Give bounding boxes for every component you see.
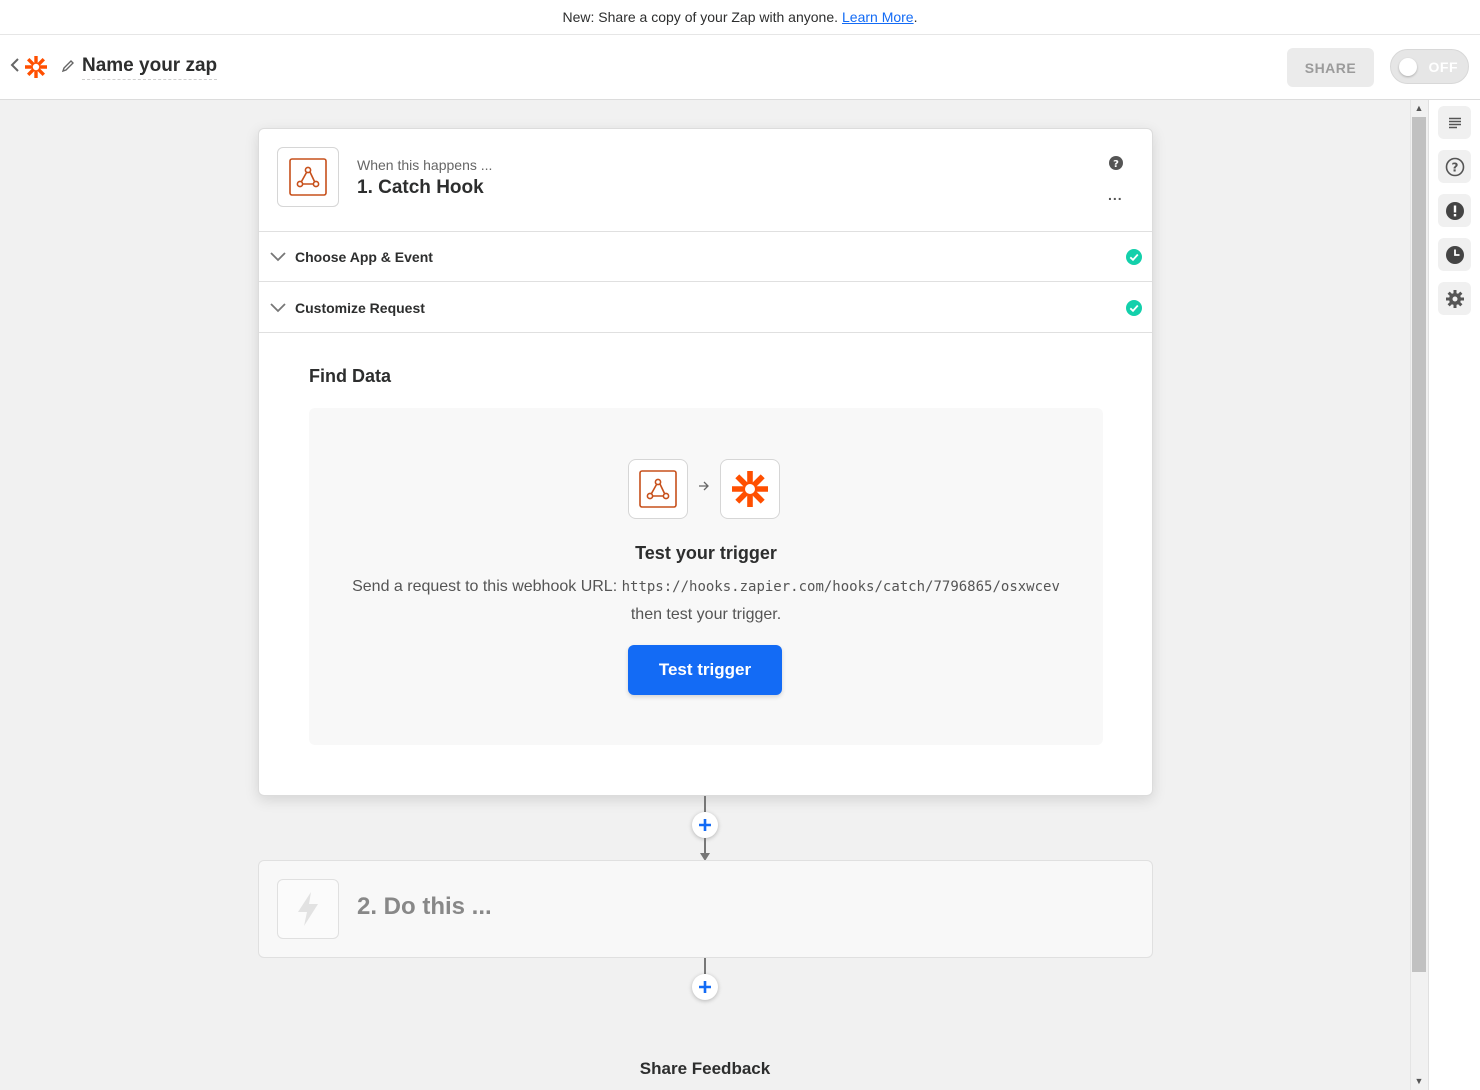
add-step-button[interactable] bbox=[692, 812, 718, 838]
alert-icon[interactable] bbox=[1438, 194, 1471, 227]
webhook-app-icon bbox=[277, 147, 339, 207]
svg-text:?: ? bbox=[1113, 159, 1119, 170]
pencil-icon[interactable] bbox=[61, 59, 75, 73]
step-2-title: 2. Do this ... bbox=[357, 893, 492, 920]
step-1-card: When this happens ... 1. Catch Hook ? ..… bbox=[258, 128, 1153, 796]
test-trigger-description: Send a request to this webhook URL: http… bbox=[349, 573, 1063, 628]
add-step-button[interactable] bbox=[692, 974, 718, 1000]
section-label: Customize Request bbox=[295, 300, 425, 316]
section-customize-request[interactable]: Customize Request bbox=[259, 283, 1152, 333]
history-clock-icon[interactable] bbox=[1438, 238, 1471, 271]
chevron-down-icon bbox=[270, 300, 286, 313]
section-label: Choose App & Event bbox=[295, 249, 433, 265]
plus-icon bbox=[699, 819, 711, 831]
test-trigger-button[interactable]: Test trigger bbox=[628, 645, 782, 695]
help-circle-icon[interactable]: ? bbox=[1438, 150, 1471, 183]
chevron-down-icon bbox=[270, 249, 286, 262]
scroll-up-arrow-icon[interactable]: ▲ bbox=[1412, 101, 1426, 115]
connector-line bbox=[704, 958, 706, 974]
step-1-header[interactable]: When this happens ... 1. Catch Hook ? ..… bbox=[259, 129, 1152, 232]
arrow-right-icon bbox=[698, 479, 710, 494]
find-data-heading: Find Data bbox=[309, 366, 392, 386]
step-pretitle: When this happens ... bbox=[357, 157, 493, 173]
test-trigger-panel: Test your trigger Send a request to this… bbox=[309, 408, 1103, 745]
announcement-trailing: . bbox=[913, 9, 918, 25]
editor-header: Name your zap SHARE OFF bbox=[0, 35, 1480, 100]
learn-more-link[interactable]: Learn More bbox=[842, 9, 914, 25]
check-circle-icon bbox=[1126, 249, 1142, 265]
announcement-text: New: Share a copy of your Zap with anyon… bbox=[562, 9, 838, 25]
help-icon[interactable]: ? bbox=[1109, 156, 1123, 170]
toggle-knob bbox=[1399, 58, 1417, 76]
announcement-bar: New: Share a copy of your Zap with anyon… bbox=[0, 0, 1480, 35]
right-sidebar: ? bbox=[1428, 100, 1480, 1090]
zap-on-off-toggle[interactable]: OFF bbox=[1390, 49, 1469, 84]
connector-line bbox=[704, 838, 706, 854]
description-suffix: then test your trigger. bbox=[630, 606, 782, 623]
settings-gear-icon[interactable] bbox=[1438, 282, 1471, 315]
outline-icon[interactable] bbox=[1438, 106, 1471, 139]
back-chevron-icon[interactable] bbox=[10, 57, 24, 77]
scroll-down-arrow-icon[interactable]: ▼ bbox=[1412, 1074, 1426, 1088]
zapier-logo-icon[interactable] bbox=[24, 55, 48, 79]
toggle-label: OFF bbox=[1428, 59, 1458, 75]
connector-line bbox=[704, 796, 706, 812]
svg-text:?: ? bbox=[1451, 160, 1458, 174]
share-button[interactable]: SHARE bbox=[1287, 48, 1374, 87]
webhook-app-icon bbox=[628, 459, 688, 519]
check-circle-icon bbox=[1126, 300, 1142, 316]
more-options-icon[interactable]: ... bbox=[1108, 187, 1123, 203]
zap-name-field[interactable]: Name your zap bbox=[82, 55, 218, 80]
share-feedback-button[interactable]: Share Feedback bbox=[610, 1048, 800, 1090]
step-2-card[interactable]: 2. Do this ... bbox=[258, 860, 1153, 958]
scrollbar-thumb[interactable] bbox=[1412, 117, 1426, 972]
step-title: 1. Catch Hook bbox=[357, 177, 484, 198]
section-choose-app-event[interactable]: Choose App & Event bbox=[259, 232, 1152, 282]
description-prefix: Send a request to this webhook URL: bbox=[352, 578, 618, 595]
lightning-bolt-icon bbox=[277, 879, 339, 939]
webhook-url: https://hooks.zapier.com/hooks/catch/779… bbox=[621, 579, 1060, 595]
test-trigger-title: Test your trigger bbox=[635, 543, 777, 563]
plus-icon bbox=[699, 981, 711, 993]
zapier-app-icon bbox=[720, 459, 780, 519]
